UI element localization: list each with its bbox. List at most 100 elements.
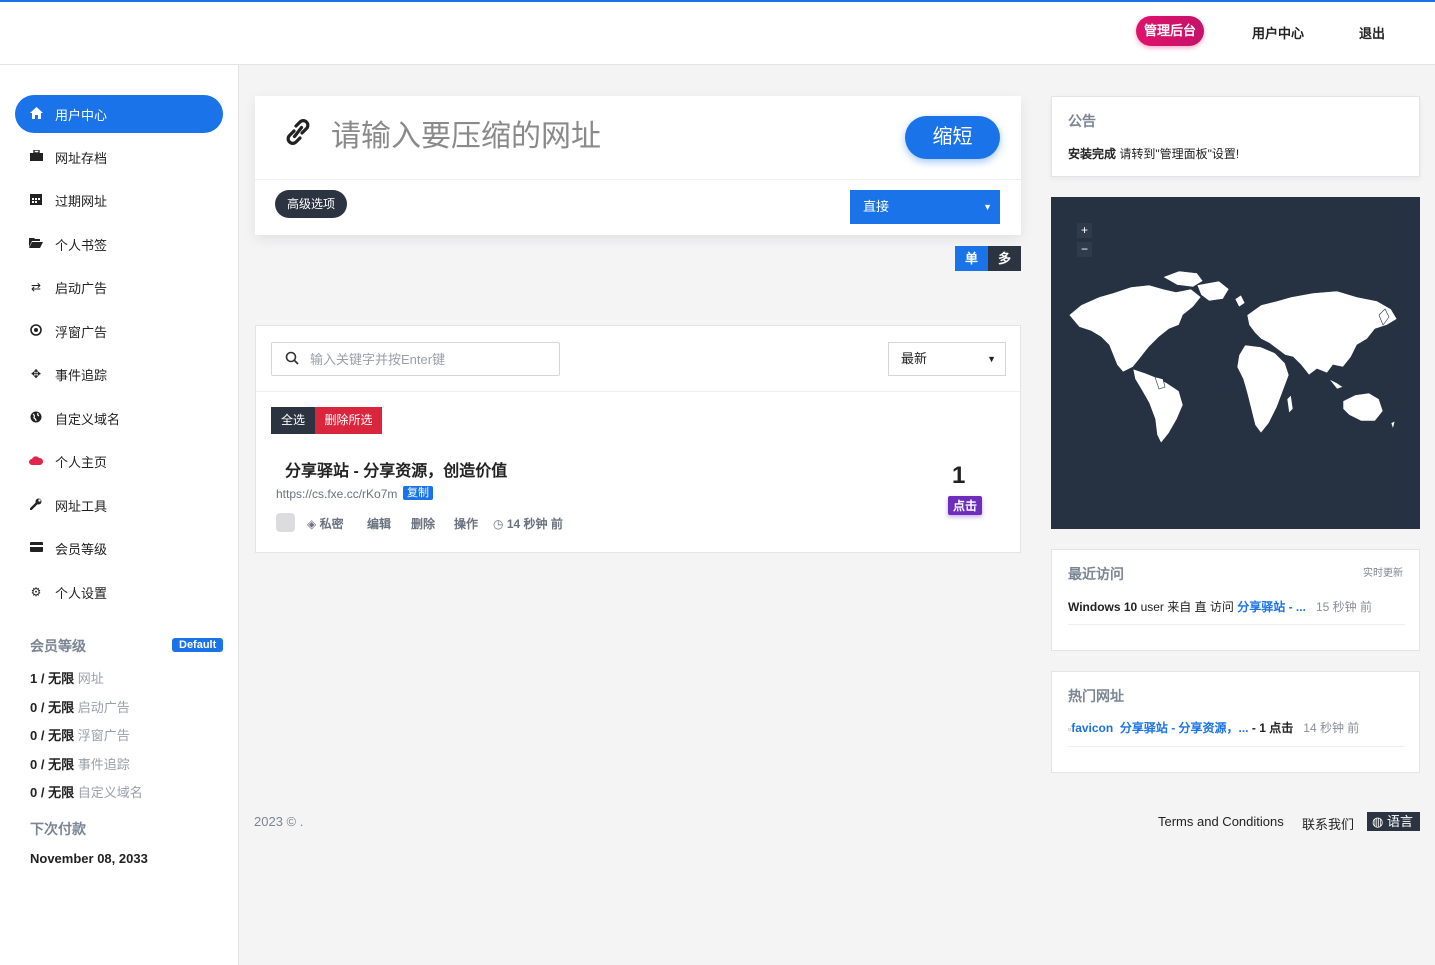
user-center-link[interactable]: 用户中心: [1252, 23, 1304, 42]
plan-stat-label: 浮窗广告: [77, 728, 130, 743]
plan-stat-label: 网址: [77, 671, 104, 686]
divider: [255, 179, 1021, 180]
plan-stat: 0 / 无限 自定义域名: [30, 782, 143, 801]
sidebar-item-url-tools[interactable]: 网址工具: [15, 486, 223, 524]
plan-stat-count: 0 / 无限: [30, 728, 75, 743]
delete-button[interactable]: 删除: [411, 515, 435, 532]
realtime-label: 实时更新: [1363, 568, 1403, 579]
search-input[interactable]: [310, 349, 550, 369]
popular-clicks: - 1 点击: [1248, 721, 1294, 735]
sidebar-item-label: 过期网址: [55, 193, 108, 209]
plan-title: 会员等级: [30, 638, 86, 654]
single-mode-toggle[interactable]: 单: [955, 246, 988, 271]
briefcase-icon: [29, 149, 43, 164]
plan-stat-count: 1 / 无限: [30, 671, 75, 686]
sidebar-item-label: 网址工具: [55, 498, 108, 514]
link-title[interactable]: 分享驿站 - 分享资源，创造价值: [285, 457, 507, 481]
sidebar-item-event-tracking[interactable]: ✥ 事件追踪: [15, 355, 223, 393]
plan-stat-count: 0 / 无限: [30, 785, 75, 800]
announcement-body: 请转到"管理面板"设置!: [1116, 147, 1240, 161]
advanced-options-button[interactable]: 高级选项: [275, 190, 347, 218]
announcement-card: 公告 安装完成 请转到"管理面板"设置!: [1051, 96, 1420, 177]
home-icon: [29, 106, 43, 122]
sidebar-item-membership[interactable]: 会员等级: [15, 529, 223, 567]
created-time-text: 14 秒钟 前: [506, 517, 563, 531]
favicon-alt: favicon: [1071, 721, 1114, 735]
plan-stat-label: 事件追踪: [77, 757, 130, 772]
sidebar-item-label: 启动广告: [55, 280, 108, 296]
announcement-title: 公告: [1068, 113, 1096, 129]
short-url[interactable]: https://cs.fxe.cc/rKo7m: [276, 487, 397, 501]
sidebar-item-expired-urls[interactable]: 过期网址: [15, 181, 223, 219]
link-icon: [285, 118, 311, 149]
copy-button[interactable]: 复制: [403, 486, 433, 500]
language-label: 语言: [1386, 814, 1413, 829]
cloud-icon: [29, 454, 44, 468]
sidebar-item-label: 自定义域名: [55, 411, 121, 427]
next-payment-date: November 08, 2033: [30, 851, 148, 866]
copyright: 2023 © .: [254, 814, 304, 829]
sidebar-item-url-archive[interactable]: 网址存档: [15, 138, 223, 176]
sidebar-item-label: 个人主页: [55, 454, 108, 470]
credit-card-icon: [29, 541, 43, 555]
logout-link[interactable]: 退出: [1359, 23, 1385, 42]
visitor-os: Windows 10: [1068, 600, 1138, 614]
sidebar-item-user-center[interactable]: 用户中心: [15, 95, 223, 133]
link-checkbox[interactable]: [276, 513, 295, 532]
sort-select[interactable]: 最新 ▼: [888, 342, 1006, 376]
redirect-type-select[interactable]: 直接 ▼: [850, 190, 1000, 224]
globe-icon: ◍: [1372, 814, 1384, 829]
world-map[interactable]: + −: [1051, 197, 1420, 529]
multi-mode-toggle[interactable]: 多: [988, 246, 1021, 271]
select-all-button[interactable]: 全选: [271, 407, 315, 434]
divider: [1068, 624, 1405, 625]
sidebar-item-label: 浮窗广告: [55, 324, 108, 340]
sidebar-item-splash-ads[interactable]: ⇄ 启动广告: [15, 268, 223, 306]
world-map-graphic: [1068, 270, 1398, 444]
plan-stat: 0 / 无限 事件追踪: [30, 754, 130, 773]
private-toggle[interactable]: ◈ 私密: [307, 515, 344, 532]
crosshairs-icon: ✥: [30, 367, 42, 381]
divider: [1068, 746, 1405, 747]
sidebar-item-label: 用户中心: [55, 107, 108, 123]
recent-visits-title: 最近访问: [1068, 566, 1124, 582]
terms-link[interactable]: Terms and Conditions: [1158, 814, 1284, 829]
sidebar-item-settings[interactable]: ⚙ 个人设置: [15, 573, 223, 611]
caret-down-icon: ▼: [987, 354, 996, 364]
zoom-in-button[interactable]: +: [1077, 223, 1092, 238]
contact-link[interactable]: 联系我们: [1302, 814, 1354, 833]
sidebar-item-label: 个人设置: [55, 585, 108, 601]
plan-stat-label: 自定义域名: [77, 785, 143, 800]
edit-button[interactable]: 编辑: [367, 515, 391, 532]
sidebar-item-overlay-ads[interactable]: 浮窗广告: [15, 312, 223, 350]
admin-panel-button[interactable]: 管理后台: [1136, 16, 1204, 46]
private-label: 私密: [319, 517, 344, 531]
sidebar-item-profile-page[interactable]: 个人主页: [15, 442, 223, 480]
url-input[interactable]: [331, 112, 891, 162]
actions-menu[interactable]: 操作: [454, 515, 478, 532]
divider: [256, 391, 1022, 392]
click-count: 1: [952, 462, 966, 489]
sidebar-item-bookmarks[interactable]: 个人书签: [15, 225, 223, 263]
recent-visit-row: Windows 10 user 来自 直 访问 分享驿站 - ... 15 秒钟…: [1068, 598, 1372, 615]
sidebar-item-custom-domains[interactable]: 自定义域名: [15, 399, 223, 437]
language-button[interactable]: ◍ 语言: [1367, 812, 1420, 831]
next-payment-title: 下次付款: [30, 821, 86, 837]
dot-circle-icon: [29, 323, 43, 339]
recent-visits-card: 最近访问 实时更新 Windows 10 user 来自 直 访问 分享驿站 -…: [1051, 549, 1420, 651]
search-icon: [285, 351, 299, 368]
shorten-button[interactable]: 缩短: [905, 116, 1000, 159]
plan-stat: 0 / 无限 浮窗广告: [30, 725, 130, 744]
popular-link[interactable]: 分享驿站 - 分享资源，...: [1120, 721, 1249, 735]
clock-icon: ◷: [493, 517, 504, 531]
popular-urls-title: 热门网址: [1068, 688, 1124, 704]
sort-value: 最新: [901, 351, 928, 366]
zoom-out-button[interactable]: −: [1077, 242, 1092, 257]
caret-down-icon: ▼: [983, 202, 992, 212]
sidebar-item-label: 会员等级: [55, 541, 108, 557]
calendar-icon: [29, 193, 43, 208]
delete-selected-button[interactable]: 删除所选: [315, 407, 382, 434]
visited-link[interactable]: 分享驿站 - ...: [1237, 600, 1306, 614]
sidebar: 用户中心 网址存档 过期网址 个人书签 ⇄ 启动广告 浮窗广告 ✥ 事件追踪 自…: [0, 65, 239, 965]
top-bar: 管理后台 用户中心 退出: [0, 2, 1435, 65]
